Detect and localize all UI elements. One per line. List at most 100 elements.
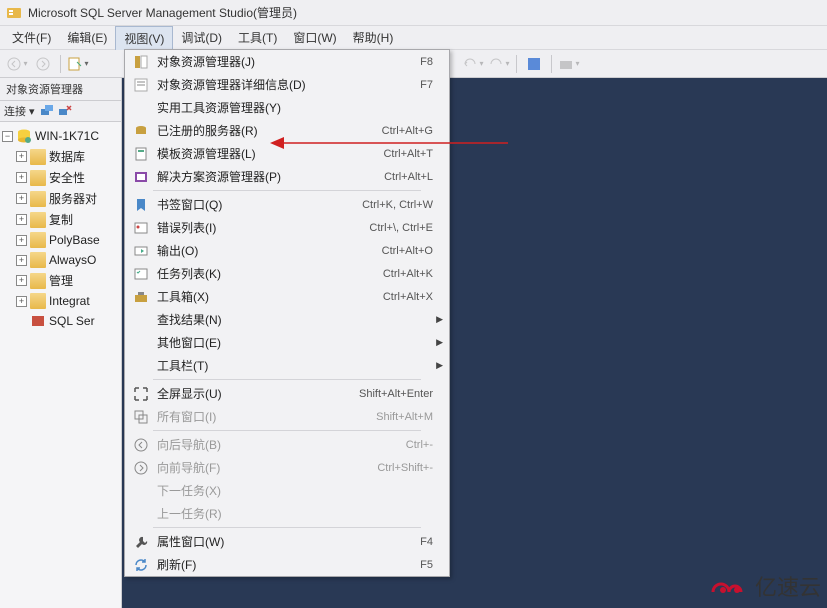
watermark-text: 亿速云 [755,570,821,602]
menu-item-16[interactable]: 全屏显示(U)Shift+Alt+Enter [125,382,449,405]
menu-item-4[interactable]: 模板资源管理器(L)Ctrl+Alt+T [125,142,449,165]
menu-item-8[interactable]: 错误列表(I)Ctrl+\, Ctrl+E [125,216,449,239]
folder-icon [30,149,46,165]
menu-item-12[interactable]: 查找结果(N)▶ [125,308,449,331]
ssms-logo-icon [6,5,22,21]
menu-item-label: 对象资源管理器详细信息(D) [157,76,420,93]
tree-node-replication[interactable]: +复制 [2,209,119,230]
error-list-icon [131,220,151,236]
folder-icon [30,252,46,268]
menu-item-11[interactable]: 工具箱(X)Ctrl+Alt+X [125,285,449,308]
menu-file[interactable]: 文件(F) [4,26,59,49]
menu-item-shortcut: F8 [420,56,433,68]
menu-item-17: 所有窗口(I)Shift+Alt+M [125,405,449,428]
windows-icon [131,409,151,425]
folder-icon [30,273,46,289]
server-node-text: WIN-1K71C [35,129,99,143]
nav-forward-button[interactable] [32,53,54,75]
activity-button[interactable] [523,53,545,75]
menu-item-5[interactable]: 解决方案资源管理器(P)Ctrl+Alt+L [125,165,449,188]
menu-item-13[interactable]: 其他窗口(E)▶ [125,331,449,354]
redo-button[interactable]: ▾ [488,53,510,75]
menu-item-3[interactable]: 已注册的服务器(R)Ctrl+Alt+G [125,119,449,142]
menu-item-25[interactable]: 刷新(F)F5 [125,553,449,576]
expander-icon[interactable]: + [16,193,27,204]
menu-tools[interactable]: 工具(T) [230,26,285,49]
menu-item-label: 工具栏(T) [157,357,443,374]
expander-icon[interactable]: + [16,235,27,246]
menu-edit[interactable]: 编辑(E) [59,26,115,49]
expander-icon[interactable]: − [2,131,13,142]
menu-separator [153,379,421,380]
menu-item-label: 任务列表(K) [157,265,383,282]
view-dropdown-menu: 对象资源管理器(J)F8对象资源管理器详细信息(D)F7实用工具资源管理器(Y)… [124,49,450,577]
template-icon [131,146,151,162]
undo-button[interactable]: ▾ [462,53,484,75]
toolbox-icon [131,289,151,305]
tree-root[interactable]: − WIN-1K71C [2,126,119,146]
toolbox-button[interactable]: ▾ [558,53,580,75]
expander-icon[interactable]: + [16,296,27,307]
objexp-detail-icon [131,77,151,93]
tasks-icon [131,266,151,282]
menu-item-7[interactable]: 书签窗口(Q)Ctrl+K, Ctrl+W [125,193,449,216]
expander-icon[interactable]: + [16,275,27,286]
tree-node-security[interactable]: +安全性 [2,167,119,188]
tree-node-alwayson[interactable]: +AlwaysO [2,250,119,270]
wrench-icon [131,534,151,550]
nav-back-button[interactable]: ▾ [6,53,28,75]
menu-item-label: 全屏显示(U) [157,385,359,402]
tree-node-sql-agent[interactable]: SQL Ser [2,311,119,331]
menu-item-label: 输出(O) [157,242,382,259]
nav-back-icon [131,437,151,453]
tree-node-polybase[interactable]: +PolyBase [2,230,119,250]
menu-item-0[interactable]: 对象资源管理器(J)F8 [125,50,449,73]
object-explorer-title: 对象资源管理器 [0,78,121,101]
new-query-button[interactable]: ▾ [67,53,89,75]
watermark-logo-icon [705,572,749,600]
menu-separator [153,430,421,431]
submenu-arrow-icon: ▶ [436,360,443,371]
expander-icon[interactable]: + [16,214,27,225]
connect-icon[interactable] [39,103,55,119]
fullscreen-icon [131,386,151,402]
menu-item-9[interactable]: 输出(O)Ctrl+Alt+O [125,239,449,262]
menu-item-1[interactable]: 对象资源管理器详细信息(D)F7 [125,73,449,96]
objexp-icon [131,54,151,70]
nav-fwd-icon [131,460,151,476]
menu-item-shortcut: Ctrl+Shift+- [377,462,433,474]
refresh-icon [131,557,151,573]
menu-item-label: 实用工具资源管理器(Y) [157,99,443,116]
menu-item-label: 对象资源管理器(J) [157,53,420,70]
folder-icon [30,293,46,309]
expander-icon[interactable]: + [16,151,27,162]
menu-window[interactable]: 窗口(W) [285,26,344,49]
menu-item-14[interactable]: 工具栏(T)▶ [125,354,449,377]
menu-item-shortcut: Ctrl+Alt+K [383,268,433,280]
tree-node-database[interactable]: +数据库 [2,146,119,167]
tree-node-server-objects[interactable]: +服务器对 [2,188,119,209]
menu-item-label: 刷新(F) [157,556,420,573]
menu-item-22: 上一任务(R) [125,502,449,525]
menu-item-20: 向前导航(F)Ctrl+Shift+- [125,456,449,479]
tree-node-management[interactable]: +管理 [2,270,119,291]
tree-node-integration[interactable]: +Integrat [2,291,119,311]
menu-item-24[interactable]: 属性窗口(W)F4 [125,530,449,553]
menu-item-2[interactable]: 实用工具资源管理器(Y) [125,96,449,119]
menu-item-label: 查找结果(N) [157,311,443,328]
menu-item-label: 向前导航(F) [157,459,377,476]
connect-button[interactable]: 连接 ▾ [4,103,35,119]
expander-icon[interactable]: + [16,255,27,266]
menu-help[interactable]: 帮助(H) [345,26,402,49]
expander-icon[interactable]: + [16,172,27,183]
menu-item-shortcut: Shift+Alt+M [376,411,433,423]
menu-view[interactable]: 视图(V) [115,26,173,50]
menu-debug[interactable]: 调试(D) [173,26,230,49]
menu-item-10[interactable]: 任务列表(K)Ctrl+Alt+K [125,262,449,285]
menu-item-shortcut: Ctrl+Alt+O [382,245,433,257]
disconnect-icon[interactable] [57,103,73,119]
menu-item-shortcut: F4 [420,536,433,548]
submenu-arrow-icon: ▶ [436,337,443,348]
blank-icon [131,358,151,374]
menu-item-shortcut: F7 [420,79,433,91]
